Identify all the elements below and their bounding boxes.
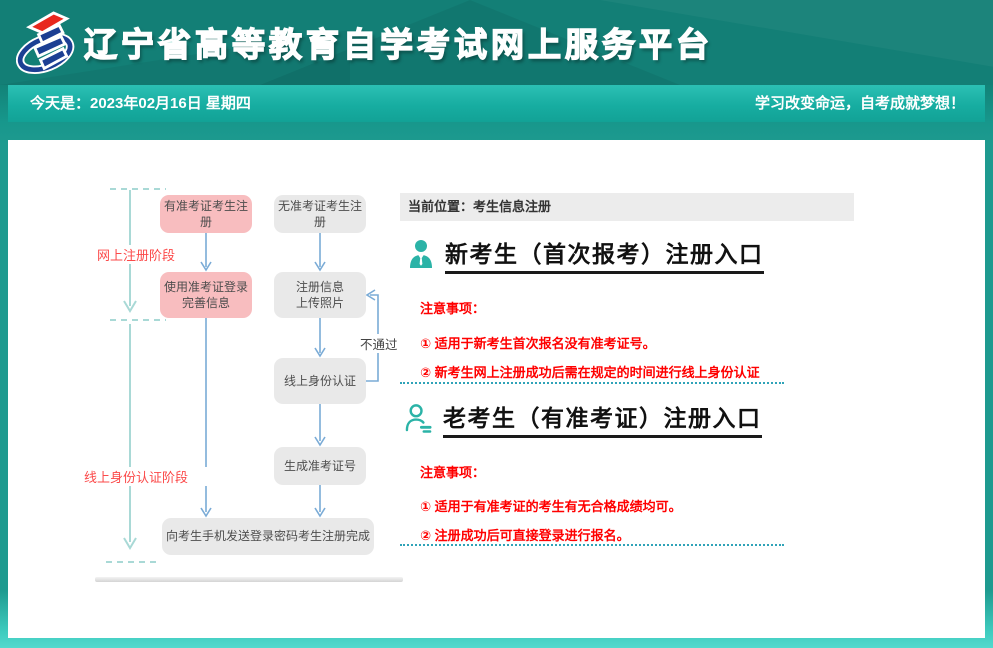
section-divider	[400, 382, 784, 384]
flow-node-label: 使用准考证登录 完善信息	[164, 279, 248, 311]
breadcrumb-label: 当前位置：考生信息注册	[408, 199, 551, 214]
info-bar: 今天是：2023年02月16日 星期四 学习改变命运，自考成就梦想！	[8, 85, 985, 122]
note-item: ① 适用于新考生首次报名没有准考证号。	[420, 333, 656, 352]
site-title: 辽宁省高等教育自学考试网上服务平台	[84, 18, 713, 66]
flow-node-online-identity-verify: 线上身份认证	[274, 358, 366, 404]
flow-node-send-password-complete: 向考生手机发送登录密码考生注册完成	[162, 518, 374, 555]
new-student-entry-link[interactable]: 新考生（首次报考）注册入口	[445, 235, 764, 274]
notes-title: 注意事项：	[420, 462, 485, 481]
phase-label-online-registration: 网上注册阶段	[76, 245, 196, 264]
fail-edge-label: 不通过	[358, 334, 400, 353]
notes-title: 注意事项：	[420, 298, 485, 317]
breadcrumb: 当前位置：考生信息注册	[400, 193, 854, 221]
flow-node-label: 注册信息 上传照片	[296, 279, 344, 311]
flow-node-register-upload-photo: 注册信息 上传照片	[274, 272, 366, 318]
note-item: ① 适用于有准考证的考生有无合格成绩均可。	[420, 496, 682, 515]
flowchart-bottom-divider	[95, 577, 403, 582]
new-student-icon	[408, 239, 434, 269]
new-student-entry: 新考生（首次报考）注册入口	[408, 236, 764, 272]
section-divider	[400, 544, 784, 546]
slogan-text: 学习改变命运，自考成就梦想！	[755, 85, 965, 122]
note-item: ② 注册成功后可直接登录进行报名。	[420, 525, 630, 544]
flow-node-label: 无准考证考生注 册	[278, 198, 362, 230]
flow-node-has-ticket-register: 有准考证考生注 册	[160, 195, 252, 233]
flow-node-label: 向考生手机发送登录密码考生注册完成	[166, 528, 370, 544]
content-panel: 有准考证考生注 册 无准考证考生注 册 使用准考证登录 完善信息 注册信息 上传…	[8, 140, 985, 638]
page: 辽宁省高等教育自学考试网上服务平台 今天是：2023年02月16日 星期四 学习…	[0, 0, 993, 648]
flow-node-login-complete-info: 使用准考证登录 完善信息	[160, 272, 252, 318]
flow-node-generate-ticket-number: 生成准考证号	[274, 447, 366, 485]
phase-label-identity-verification: 线上身份认证阶段	[64, 467, 208, 486]
flow-node-label: 生成准考证号	[284, 458, 356, 474]
site-header: 辽宁省高等教育自学考试网上服务平台	[0, 0, 993, 85]
current-date-text: 今天是：2023年02月16日 星期四	[30, 85, 251, 122]
flow-node-label: 线上身份认证	[284, 373, 356, 389]
old-student-entry-link[interactable]: 老考生（有准考证）注册入口	[443, 399, 762, 438]
site-logo-icon	[16, 6, 78, 82]
flow-node-label: 有准考证考生注 册	[164, 198, 248, 230]
flow-node-no-ticket-register: 无准考证考生注 册	[274, 195, 366, 233]
old-student-icon	[405, 403, 432, 434]
old-student-entry: 老考生（有准考证）注册入口	[405, 400, 762, 436]
note-item: ② 新考生网上注册成功后需在规定的时间进行线上身份认证	[420, 362, 760, 381]
